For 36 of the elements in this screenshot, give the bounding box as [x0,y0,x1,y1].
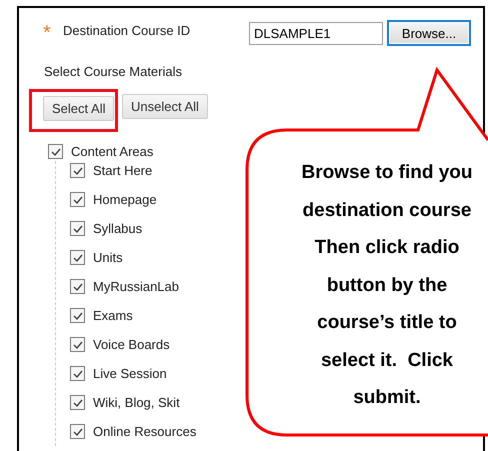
callout-text: course’s title to [316,311,458,335]
checkbox[interactable] [70,250,85,265]
tree-item-label[interactable]: Homepage [93,192,157,207]
callout-text: submit. [352,386,422,410]
checkbox[interactable] [70,395,85,410]
tree-item-label[interactable]: Content Areas [71,144,154,159]
checkbox[interactable] [70,337,85,352]
unselect-all-button[interactable]: Unselect All [122,94,208,119]
checkbox[interactable] [70,424,85,439]
callout-text: select it. Click [320,348,454,372]
checkbox[interactable] [70,308,85,323]
tree-item-label[interactable]: Voice Boards [93,337,170,352]
tree-item-label[interactable]: Online Resources [93,424,196,439]
callout-text: button by the [326,274,448,298]
required-asterisk: * [43,25,52,41]
tree-item-label[interactable]: Wiki, Blog, Skit [93,395,180,410]
tree-item-label[interactable]: Exams [93,308,133,323]
callout-text: destination course [302,198,472,222]
field-label: Destination Course ID [63,22,192,38]
checkbox[interactable] [48,144,63,159]
tree-item-label[interactable]: Syllabus [93,221,142,236]
tree-item-label[interactable]: MyRussianLab [93,279,179,294]
section-heading: Select Course Materials [43,63,183,79]
select-all-button[interactable]: Select All [43,96,114,121]
checkbox[interactable] [70,163,85,178]
tree-item-label[interactable]: Start Here [93,163,152,178]
browse-button[interactable]: Browse... [387,20,471,46]
course-id-field[interactable]: DLSAMPLE1 [249,22,383,44]
callout-text: Browse to find you [300,161,474,185]
tree-item-label[interactable]: Live Session [93,366,167,381]
checkbox[interactable] [70,192,85,207]
callout-text: Then click radio [314,236,460,260]
tree-item-label[interactable]: Units [93,250,123,265]
checkbox[interactable] [70,221,85,236]
checkbox[interactable] [70,279,85,294]
checkbox[interactable] [70,366,85,381]
